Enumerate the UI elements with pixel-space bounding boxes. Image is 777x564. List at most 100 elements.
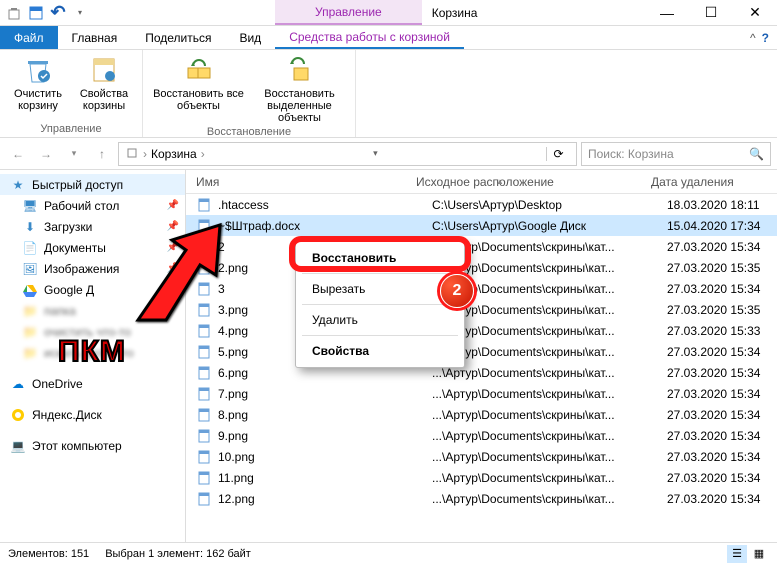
ctx-divider bbox=[302, 304, 458, 305]
ctx-delete[interactable]: Удалить bbox=[298, 308, 462, 332]
col-location-header[interactable]: Исходное расположение bbox=[416, 175, 651, 189]
tab-recycle-tools[interactable]: Средства работы с корзиной bbox=[275, 26, 464, 49]
up-button[interactable]: ↑ bbox=[90, 142, 114, 166]
ribbon-group-label-restore: Восстановление bbox=[207, 124, 291, 138]
file-date: 15.04.2020 17:34 bbox=[667, 219, 777, 233]
restore-selected-button[interactable]: Восстановить выделенные объекты bbox=[252, 54, 347, 124]
sidebar-onedrive[interactable]: ☁OneDrive bbox=[0, 373, 185, 394]
tab-file[interactable]: Файл bbox=[0, 26, 58, 49]
bin-properties-button[interactable]: Свойства корзины bbox=[74, 54, 134, 112]
tab-home[interactable]: Главная bbox=[58, 26, 132, 49]
file-date: 27.03.2020 15:34 bbox=[667, 429, 777, 443]
file-name: 8.png bbox=[218, 408, 432, 422]
sidebar-pictures[interactable]: 🖼Изображения📌 bbox=[0, 258, 185, 279]
sidebar-desktop[interactable]: 🖥Рабочий стол📌 bbox=[0, 195, 185, 216]
annotation-step-badge: 2 bbox=[440, 274, 474, 308]
file-date: 27.03.2020 15:34 bbox=[667, 282, 777, 296]
file-icon bbox=[196, 323, 212, 339]
file-location: ...\Артур\Documents\скрины\кат... bbox=[432, 387, 667, 401]
pin-icon: 📌 bbox=[167, 221, 179, 232]
file-row[interactable]: 11.png...\Артур\Documents\скрины\кат...2… bbox=[186, 467, 777, 488]
sidebar-documents[interactable]: 📄Документы📌 bbox=[0, 237, 185, 258]
ctx-cut[interactable]: Вырезать bbox=[298, 277, 462, 301]
file-date: 18.03.2020 18:11 bbox=[667, 198, 777, 212]
restore-all-button[interactable]: Восстановить все объекты bbox=[151, 54, 246, 124]
ribbon-group-manage: Очистить корзину Свойства корзины Управл… bbox=[0, 50, 143, 137]
back-button[interactable]: ← bbox=[6, 142, 30, 166]
file-row[interactable]: 7.png...\Артур\Documents\скрины\кат...27… bbox=[186, 383, 777, 404]
file-row[interactable]: 3.png...\Артур\Documents\скрины\кат...27… bbox=[186, 299, 777, 320]
empty-recycle-button[interactable]: Очистить корзину bbox=[8, 54, 68, 112]
file-date: 27.03.2020 15:34 bbox=[667, 387, 777, 401]
file-icon bbox=[196, 407, 212, 423]
breadcrumb-root[interactable]: Корзина bbox=[151, 147, 197, 161]
sort-indicator-icon: ▲ bbox=[496, 177, 504, 186]
recent-dropdown[interactable]: ▾ bbox=[62, 142, 86, 166]
file-row[interactable]: 2.png...\Артур\Documents\скрины\кат...27… bbox=[186, 257, 777, 278]
sidebar-quick-access[interactable]: ★ Быстрый доступ bbox=[0, 174, 185, 195]
file-location: ...\Артур\Documents\скрины\кат... bbox=[432, 240, 667, 254]
status-selection: Выбран 1 элемент: 162 байт bbox=[105, 548, 251, 560]
file-icon bbox=[196, 197, 212, 213]
undo-icon[interactable]: ↶ bbox=[50, 5, 66, 21]
ctx-restore[interactable]: Восстановить bbox=[298, 246, 462, 270]
file-name: 10.png bbox=[218, 450, 432, 464]
ribbon-collapse-icon[interactable]: ^ bbox=[750, 31, 756, 45]
sidebar-downloads[interactable]: ⬇Загрузки📌 bbox=[0, 216, 185, 237]
tab-share[interactable]: Поделиться bbox=[131, 26, 225, 49]
pin-icon: 📌 bbox=[167, 284, 179, 295]
sidebar-folder-hidden[interactable]: 📁папка bbox=[0, 300, 185, 321]
file-row[interactable]: 8.png...\Артур\Documents\скрины\кат...27… bbox=[186, 404, 777, 425]
file-location: ...\Артур\Documents\скрины\кат... bbox=[432, 408, 667, 422]
maximize-button[interactable]: ☐ bbox=[689, 0, 733, 25]
search-input[interactable]: Поиск: Корзина 🔍 bbox=[581, 142, 771, 166]
file-row[interactable]: 4.png...\Артур\Documents\скрины\кат...27… bbox=[186, 320, 777, 341]
empty-bin-icon bbox=[22, 54, 54, 86]
refresh-button[interactable]: ⟳ bbox=[546, 147, 570, 161]
qat-dropdown-icon[interactable]: ▾ bbox=[72, 5, 88, 21]
file-location: ...\Артур\Documents\скрины\кат... bbox=[432, 261, 667, 275]
breadcrumb[interactable]: › Корзина › ▾ ⟳ bbox=[118, 142, 577, 166]
file-date: 27.03.2020 15:35 bbox=[667, 303, 777, 317]
column-headers: Имя ▲ Исходное расположение Дата удалени… bbox=[186, 170, 777, 194]
breadcrumb-dropdown-icon[interactable]: ▾ bbox=[373, 148, 378, 159]
file-row[interactable]: 2...\Артур\Documents\скрины\кат...27.03.… bbox=[186, 236, 777, 257]
file-date: 27.03.2020 15:34 bbox=[667, 366, 777, 380]
search-placeholder: Поиск: Корзина bbox=[588, 147, 674, 161]
forward-button[interactable]: → bbox=[34, 142, 58, 166]
onedrive-icon: ☁ bbox=[10, 376, 26, 392]
status-bar: Элементов: 151 Выбран 1 элемент: 162 бай… bbox=[0, 542, 777, 564]
ribbon-tabs: Файл Главная Поделиться Вид Средства раб… bbox=[0, 26, 777, 50]
close-button[interactable]: ✕ bbox=[733, 0, 777, 25]
file-row[interactable]: 3...\Артур\Documents\скрины\кат...27.03.… bbox=[186, 278, 777, 299]
file-name: 9.png bbox=[218, 429, 432, 443]
ctx-properties[interactable]: Свойства bbox=[298, 339, 462, 363]
sidebar-this-pc[interactable]: 💻Этот компьютер bbox=[0, 435, 185, 456]
file-location: C:\Users\Артур\Google Диск bbox=[432, 219, 667, 233]
recycle-bin-small-icon bbox=[125, 145, 139, 162]
sidebar-yandex-disk[interactable]: Яндекс.Диск bbox=[0, 404, 185, 425]
ribbon-group-restore: Восстановить все объекты Восстановить вы… bbox=[143, 50, 356, 137]
file-name: .htaccess bbox=[218, 198, 432, 212]
file-row[interactable]: ~$Штраф.docxC:\Users\Артур\Google Диск15… bbox=[186, 215, 777, 236]
minimize-button[interactable]: — bbox=[645, 0, 689, 25]
file-location: ...\Артур\Documents\скрины\кат... bbox=[432, 450, 667, 464]
folder-icon: 📁 bbox=[22, 324, 38, 340]
properties-icon[interactable] bbox=[28, 5, 44, 21]
file-row[interactable]: 6.png...\Артур\Documents\скрины\кат...27… bbox=[186, 362, 777, 383]
file-row[interactable]: .htaccessC:\Users\Артур\Desktop18.03.202… bbox=[186, 194, 777, 215]
file-row[interactable]: 5.png...\Артур\Documents\скрины\кат...27… bbox=[186, 341, 777, 362]
file-location: ...\Артур\Documents\скрины\кат... bbox=[432, 471, 667, 485]
col-date-header[interactable]: Дата удаления bbox=[651, 175, 761, 189]
ctx-divider bbox=[302, 335, 458, 336]
col-name-header[interactable]: Имя bbox=[186, 175, 416, 189]
pc-icon: 💻 bbox=[10, 438, 26, 454]
file-name: ~$Штраф.docx bbox=[218, 219, 432, 233]
file-row[interactable]: 9.png...\Артур\Documents\скрины\кат...27… bbox=[186, 425, 777, 446]
file-row[interactable]: 12.png...\Артур\Documents\скрины\кат...2… bbox=[186, 488, 777, 509]
tab-view[interactable]: Вид bbox=[225, 26, 275, 49]
help-icon[interactable]: ? bbox=[762, 31, 769, 45]
sidebar-google-drive[interactable]: Google Д📌 bbox=[0, 279, 185, 300]
file-icon bbox=[196, 281, 212, 297]
file-row[interactable]: 10.png...\Артур\Documents\скрины\кат...2… bbox=[186, 446, 777, 467]
